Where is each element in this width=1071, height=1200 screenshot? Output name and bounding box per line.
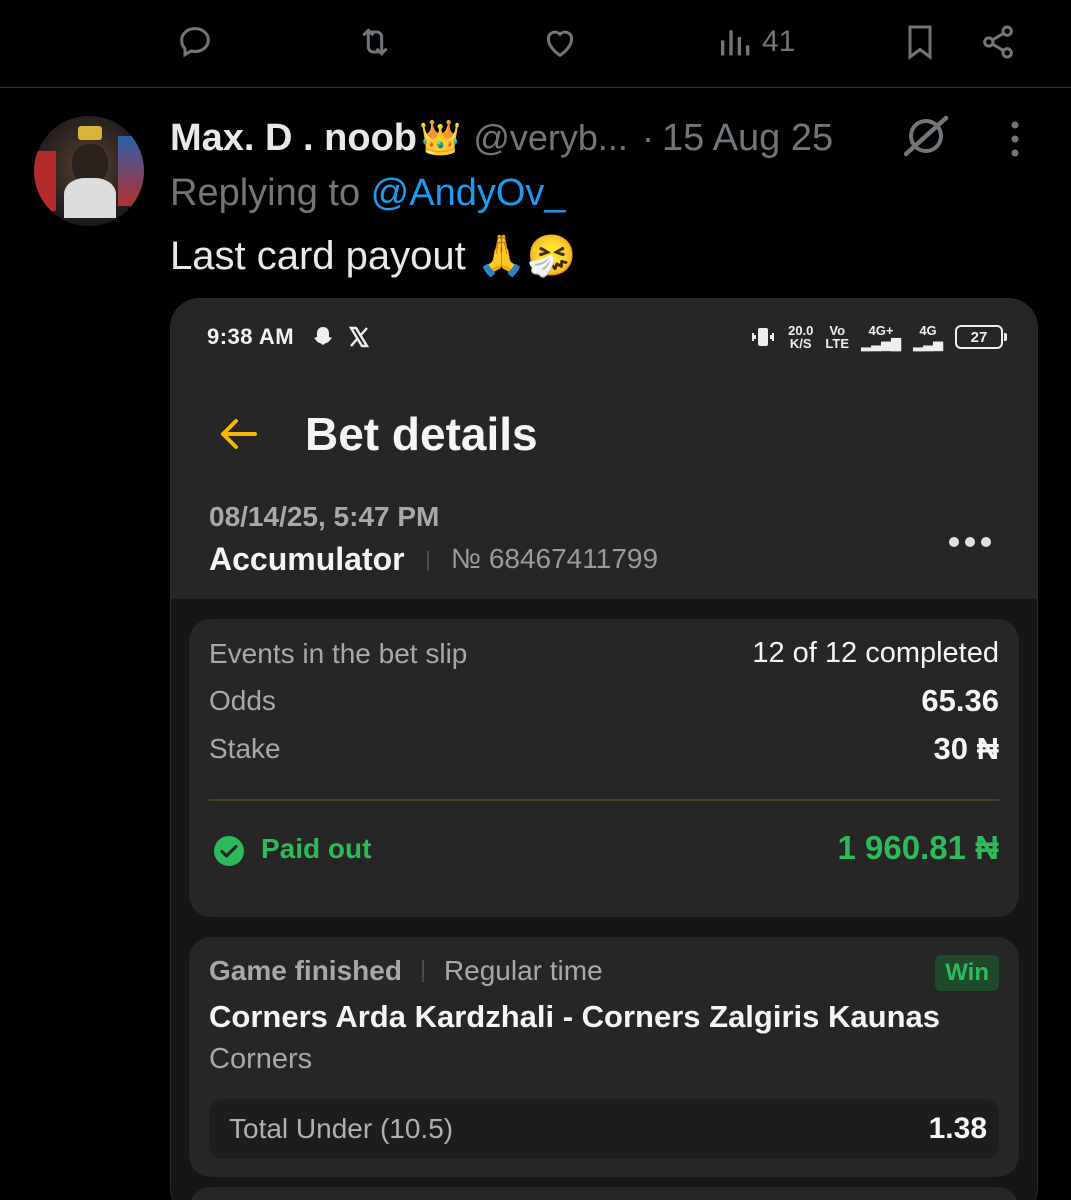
views-icon [721,30,750,56]
events-label: Events in the bet slip [209,637,468,669]
odds-value: 65.36 [921,683,999,718]
pick-label: Total Under (10.5) [229,1113,454,1144]
odds-row: Odds 65.36 [209,683,999,719]
bookmark-icon [908,25,932,60]
event-status-line: Game finished Regular time [209,955,603,987]
pick-odds: 1.38 [928,1112,987,1145]
signal-1: 4G+ ▂▃▅▇ [861,323,901,351]
avatar[interactable] [34,116,144,226]
crown-emoji: 👑 [419,119,462,157]
event-card[interactable]: Game finished Regular time Win Corners A… [189,937,1019,1177]
bookmark-button[interactable] [900,20,940,64]
repost-button[interactable] [355,20,395,64]
snapchat-icon [314,327,333,345]
events-row: Events in the bet slip 12 of 12 complete… [209,637,999,670]
status-time: 9:38 AM [207,324,295,349]
like-button[interactable] [540,20,580,64]
views-button[interactable]: 41 [716,20,795,64]
x-logo-icon [348,326,370,348]
share-icon [983,25,1013,59]
paid-out-amount: 1 960.81 ₦ [837,829,999,866]
replying-mention-link[interactable]: @AndyOv_ [371,172,566,214]
repost-icon [362,28,388,56]
bet-options-icon[interactable] [947,535,993,549]
phone-status-bar: 9:38 AM 20.0 K/S Vo LTE 4G+ ▂▃▅▇ 4G ▂▃▅ 27 [207,319,1007,355]
stake-row: Stake 30 ₦ [209,731,999,767]
bet-summary-card: Events in the bet slip 12 of 12 complete… [189,619,1019,917]
grok-icon[interactable] [900,114,950,158]
replying-to-line: Replying to @AndyOv_ [170,172,566,215]
separator [427,551,429,571]
tweet-date[interactable]: 15 Aug 25 [662,117,833,160]
match-name: Corners Arda Kardzhali - Corners Zalgiri… [209,999,940,1034]
check-circle-icon [214,836,244,866]
event-status: Game finished [209,955,402,986]
separator-dot: · [641,117,654,158]
battery-indicator: 27 [955,325,1007,349]
reply-icon [180,27,210,58]
bet-number: № 68467411799 [451,543,659,574]
events-value: 12 of 12 completed [752,637,999,669]
tweet-header: Max. D . noob 👑 @veryb... · 15 Aug 25 [170,114,833,162]
vibrate-icon [752,328,775,346]
page-title: Bet details [305,408,538,460]
bet-type: Accumulator [209,541,405,577]
separator [421,960,424,982]
attached-image[interactable]: 9:38 AM 20.0 K/S Vo LTE 4G+ ▂▃▅▇ 4G ▂▃▅ 27 B… [170,298,1038,1200]
stake-value: 30 ₦ [933,731,999,766]
more-options-icon[interactable] [1000,118,1030,160]
user-handle[interactable]: @veryb... [473,117,628,159]
views-count: 41 [762,25,796,58]
reply-button[interactable] [175,20,215,64]
odds-label: Odds [209,685,276,716]
volte-indicator: Vo LTE [825,323,849,351]
paid-out-label: Paid out [261,833,372,864]
bet-date: 08/14/25, 5:47 PM [209,501,440,532]
heart-icon [546,30,574,58]
network-speed: 20.0 K/S [788,323,814,351]
tweet-action-bar: 41 [0,0,1071,88]
result-badge: Win [935,955,999,991]
replying-prefix: Replying to [170,172,371,214]
tweet-text: Last card payout 🙏🤧 [170,234,577,278]
stake-label: Stake [209,733,281,764]
next-event-card[interactable] [189,1187,1019,1200]
back-arrow-icon[interactable] [217,413,259,455]
event-period: Regular time [443,955,603,986]
pick-row: Total Under (10.5) 1.38 [209,1099,999,1159]
market-name: Corners [209,1043,313,1075]
divider [209,799,999,801]
signal-2: 4G ▂▃▅ [913,323,943,351]
share-button[interactable] [978,20,1018,64]
display-name[interactable]: Max. D . noob [170,117,417,160]
